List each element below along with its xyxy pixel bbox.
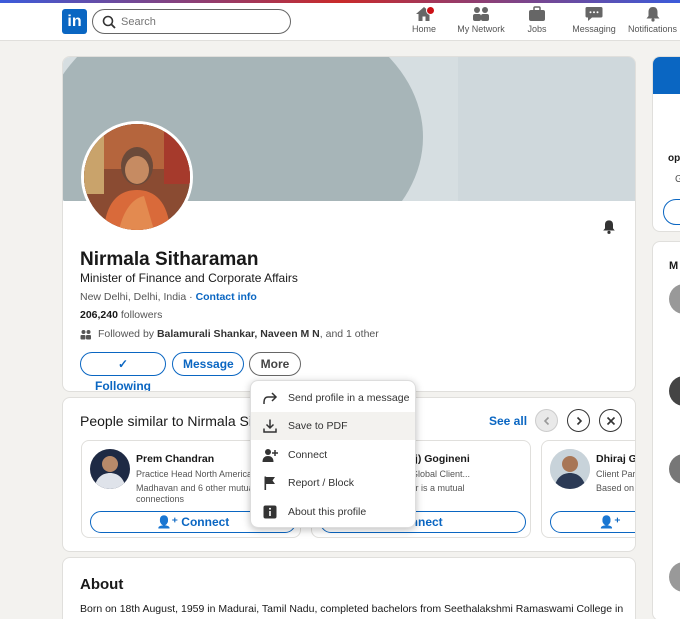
chevron-left-icon xyxy=(543,416,550,426)
person-mutual: Based on xyxy=(596,483,635,493)
cover-shape xyxy=(458,57,635,201)
about-title: About xyxy=(80,576,124,593)
next-button[interactable] xyxy=(567,409,590,432)
chat-icon xyxy=(585,7,603,21)
menu-item-label: Report / Block xyxy=(288,477,354,489)
network-icon xyxy=(473,7,489,21)
add-person-icon xyxy=(262,449,278,462)
menu-item-save-pdf[interactable]: Save to PDF xyxy=(251,412,415,440)
profile-avatar[interactable] xyxy=(81,121,193,233)
info-icon xyxy=(263,505,277,519)
following-label: Following xyxy=(95,379,151,392)
contact-info-link[interactable]: Contact info xyxy=(196,291,257,303)
menu-item-label: Send profile in a message xyxy=(288,392,410,404)
connect-button[interactable]: 👤⁺ xyxy=(550,511,635,533)
rail-text: op xyxy=(668,153,680,164)
similar-person-card[interactable]: Dhiraj Gu Client Par Based on 👤⁺ xyxy=(541,440,636,538)
followers-row[interactable]: 206,240 followers xyxy=(80,309,162,321)
close-icon xyxy=(606,416,616,426)
followed-by-row[interactable]: Followed by Balamurali Shankar, Naveen M… xyxy=(80,328,379,340)
linkedin-logo-icon[interactable]: in xyxy=(62,9,87,34)
more-dropdown-menu: Send profile in a message Save to PDF Co… xyxy=(250,380,416,528)
nav-messaging[interactable]: Messaging xyxy=(571,6,617,34)
rail-avatar[interactable] xyxy=(669,284,680,314)
about-text: Born on 18th August, 1959 in Madurai, Ta… xyxy=(80,603,624,615)
profile-location: New Delhi, Delhi, India xyxy=(80,291,187,303)
menu-item-label: Save to PDF xyxy=(288,420,348,432)
rail-avatar[interactable] xyxy=(669,562,680,592)
followers-label: followers xyxy=(117,309,163,321)
person-name[interactable]: Dhiraj Gu xyxy=(596,453,635,465)
notify-bell-icon[interactable] xyxy=(601,219,617,235)
followers-count: 206,240 xyxy=(80,309,118,321)
people-icon xyxy=(80,329,91,339)
top-nav: in Home My Network Jobs Messaging Notifi… xyxy=(0,0,680,41)
menu-item-label: Connect xyxy=(288,449,328,461)
rail-button[interactable] xyxy=(663,199,680,225)
right-rail-card: M xyxy=(652,241,680,619)
menu-item-connect[interactable]: Connect xyxy=(251,441,415,469)
search-input[interactable] xyxy=(121,13,281,30)
chevron-right-icon xyxy=(576,416,583,426)
about-card: About Born on 18th August, 1959 in Madur… xyxy=(62,557,636,619)
menu-item-label: About this profile xyxy=(288,506,367,518)
notification-badge xyxy=(426,6,435,15)
message-button[interactable]: Message xyxy=(172,352,244,376)
profile-name: Nirmala Sitharaman xyxy=(80,249,259,270)
rail-heading: M xyxy=(669,260,679,272)
followed-names: Balamurali Shankar, Naveen M N xyxy=(156,328,320,340)
menu-item-about-profile[interactable]: About this profile xyxy=(251,498,415,526)
nav-jobs[interactable]: Jobs xyxy=(525,6,549,34)
share-icon xyxy=(263,392,278,404)
flag-icon xyxy=(264,476,275,490)
followed-suffix: , and 1 other xyxy=(319,328,379,340)
person-title: Client Par xyxy=(596,469,636,479)
nav-messaging-label: Messaging xyxy=(572,24,616,34)
rail-avatar[interactable] xyxy=(669,454,680,484)
profile-location-row: New Delhi, Delhi, India · Contact info xyxy=(80,291,257,303)
profile-headline: Minister of Finance and Corporate Affair… xyxy=(80,271,298,285)
person-avatar xyxy=(550,449,590,489)
rail-text: G xyxy=(675,174,680,185)
add-person-icon: 👤⁺ xyxy=(156,515,182,529)
top-accent-stripe xyxy=(0,0,680,3)
avatar-photo xyxy=(84,124,190,230)
followed-prefix: Followed by xyxy=(98,328,157,340)
person-title: Practice Head North America xyxy=(136,469,253,479)
person-name[interactable]: Prem Chandran xyxy=(136,453,214,465)
person-mutual: umar is a mutualtion xyxy=(398,483,465,504)
search-icon xyxy=(102,15,116,29)
right-rail-card: op G xyxy=(652,56,680,232)
nav-home-label: Home xyxy=(411,24,436,34)
nav-notifications[interactable]: Notifications xyxy=(625,6,680,34)
nav-home[interactable]: Home xyxy=(410,6,438,34)
more-button[interactable]: More xyxy=(249,352,301,376)
following-button[interactable]: ✓ Following xyxy=(80,352,166,391)
menu-item-report-block[interactable]: Report / Block xyxy=(251,469,415,497)
briefcase-icon xyxy=(529,6,545,21)
menu-item-send-profile[interactable]: Send profile in a message xyxy=(251,384,415,412)
prev-button[interactable] xyxy=(535,409,558,432)
see-all-link[interactable]: See all xyxy=(489,414,527,428)
dismiss-button[interactable] xyxy=(599,409,622,432)
search-box[interactable] xyxy=(92,9,291,34)
separator: · xyxy=(186,291,196,303)
download-icon xyxy=(263,419,277,433)
add-person-icon: 👤⁺ xyxy=(599,515,621,529)
checkmark-icon: ✓ xyxy=(117,357,129,371)
bell-icon xyxy=(646,7,659,22)
rail-avatar[interactable] xyxy=(669,376,680,406)
rail-banner xyxy=(653,57,680,94)
nav-my-network-label: My Network xyxy=(457,24,505,34)
nav-my-network[interactable]: My Network xyxy=(455,6,507,34)
profile-card: Nirmala Sitharaman Minister of Finance a… xyxy=(62,56,636,392)
nav-jobs-label: Jobs xyxy=(527,24,547,34)
nav-notifications-label: Notifications xyxy=(627,24,678,34)
